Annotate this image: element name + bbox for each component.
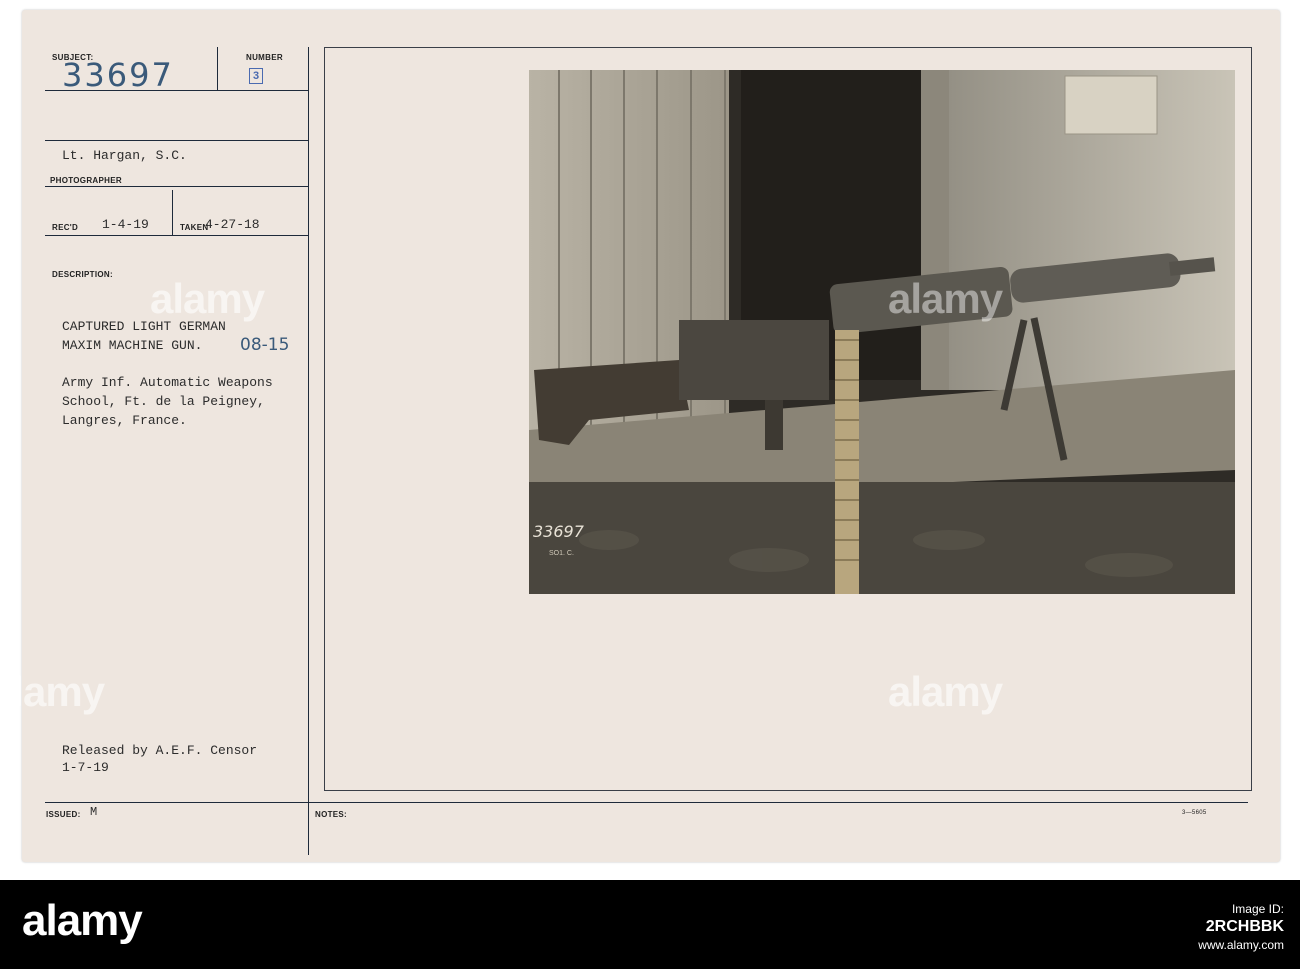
photographer-underline xyxy=(45,186,308,187)
description-label: DESCRIPTION: xyxy=(52,270,113,279)
model-handwritten: 08-15 xyxy=(240,335,290,355)
issued-mark: M xyxy=(90,805,98,819)
description-line-2: MAXIM MACHINE GUN. xyxy=(62,338,203,353)
negative-number: 33697 xyxy=(533,522,584,541)
bottom-rule xyxy=(45,802,1248,803)
watermark-left-top: alamy xyxy=(150,275,265,322)
alamy-logo: alamy xyxy=(22,896,143,945)
photographer-name: Lt. Hargan, S.C. xyxy=(62,148,187,163)
notes-label: NOTES: xyxy=(315,810,348,819)
number-mark: 3 xyxy=(249,68,263,84)
subject-number: 33697 xyxy=(62,56,174,94)
watermark-photo-top: alamy xyxy=(888,275,1003,322)
subject-vertical-rule xyxy=(217,47,218,90)
dates-underline xyxy=(45,235,308,236)
number-label: NUMBER xyxy=(246,53,283,62)
location-line-2: School, Ft. de la Peigney, xyxy=(62,394,265,409)
dates-divider xyxy=(172,190,173,236)
recd-date: 1-4-19 xyxy=(102,217,149,232)
watermark-left-bottom: alamy xyxy=(0,668,105,715)
watermark-bottom-right: alamy xyxy=(888,668,1003,715)
recd-label: REC'D xyxy=(52,223,79,232)
machine-gun-scene xyxy=(529,70,1235,594)
photographer-top-rule xyxy=(45,140,308,141)
signal-corps-stamp: SO1. C. xyxy=(549,550,574,557)
image-id: 2RCHBBK xyxy=(1205,918,1284,935)
form-number: 3—5605 xyxy=(1182,810,1207,816)
release-line-2: 1-7-19 xyxy=(62,760,109,775)
issued-label: ISSUED: xyxy=(46,810,81,819)
site-url[interactable]: www.alamy.com xyxy=(1144,938,1284,952)
image-id-label: Image ID: xyxy=(1231,902,1284,916)
location-line-1: Army Inf. Automatic Weapons xyxy=(62,375,273,390)
taken-date: 4-27-18 xyxy=(205,217,260,232)
footer-banner: alamy Image ID: 2RCHBBK www.alamy.com xyxy=(0,880,1300,969)
column-divider xyxy=(308,47,309,855)
location-line-3: Langres, France. xyxy=(62,413,187,428)
release-line-1: Released by A.E.F. Censor xyxy=(62,743,258,758)
photographer-label: PHOTOGRAPHER xyxy=(50,176,122,185)
mounted-photograph: 33697 SO1. C. xyxy=(529,70,1235,594)
